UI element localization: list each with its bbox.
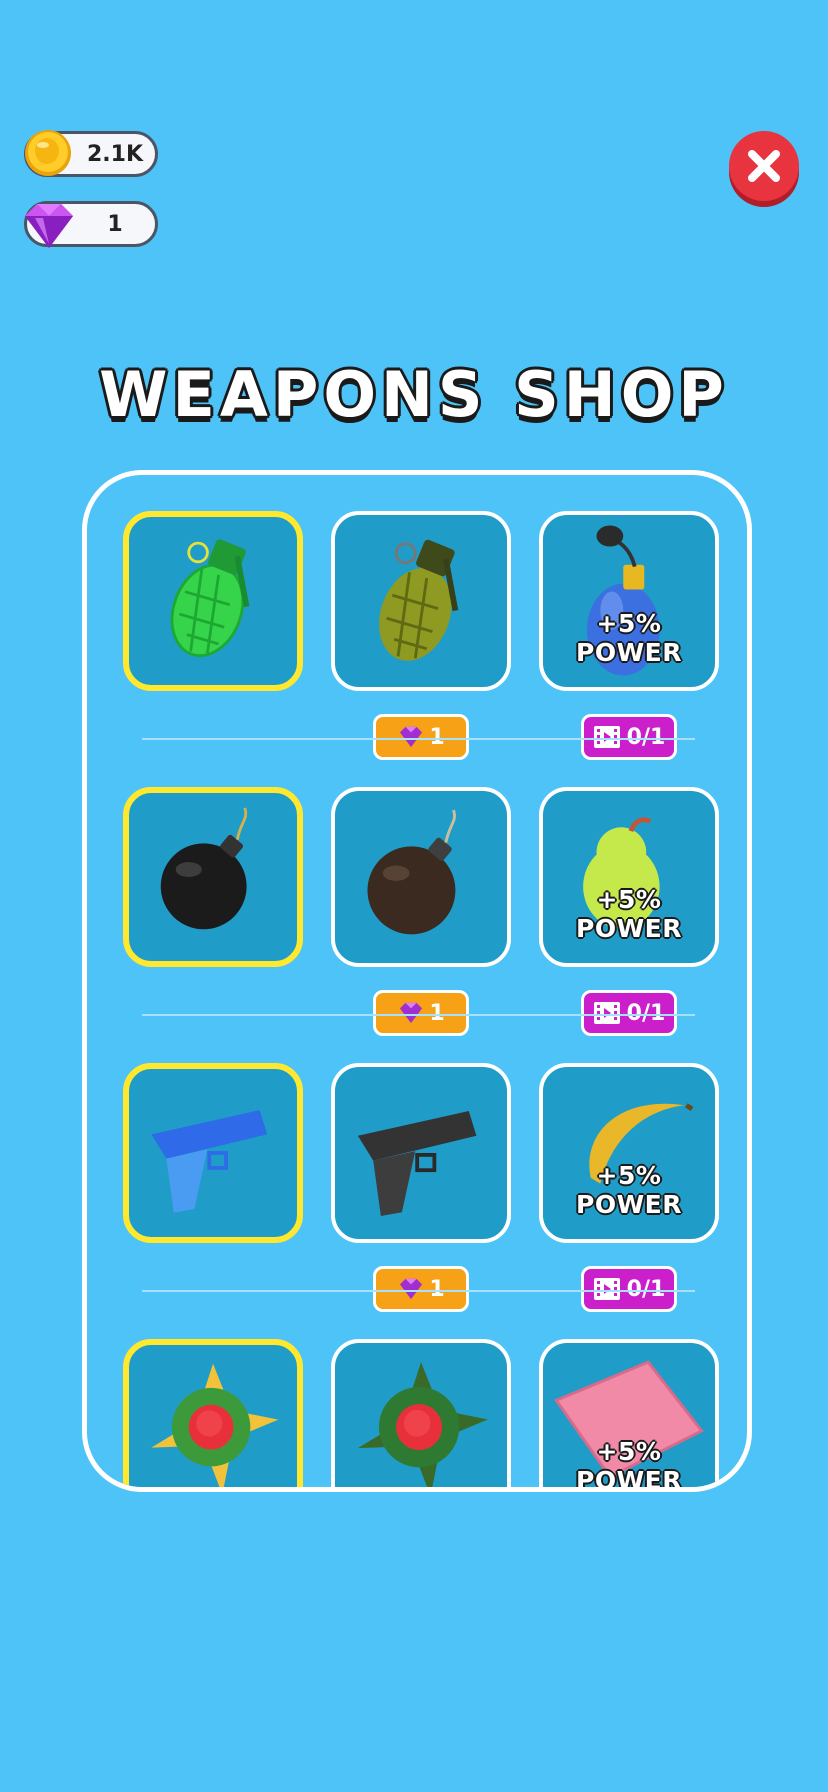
row-divider (142, 1014, 695, 1016)
shop-row: 1 +5% POWER 0/1 (87, 1027, 747, 1312)
coin-counter: 2.1K (24, 130, 158, 177)
spinner-icon (151, 1363, 279, 1487)
close-button[interactable] (729, 131, 799, 201)
power-bonus-label: +5% POWER (576, 1437, 682, 1492)
price-value: 1 (429, 1000, 445, 1026)
gem-icon (400, 1002, 423, 1024)
shop-row: +5% POWER (87, 1303, 747, 1492)
power-bonus-label: +5% POWER (576, 885, 682, 943)
video-progress: 0/1 (626, 1000, 666, 1026)
row-divider (142, 738, 695, 740)
page-title: WEAPONS SHOP (99, 358, 729, 431)
video-icon (593, 1278, 620, 1300)
bomb-icon (367, 809, 456, 935)
pistol-icon (357, 1110, 477, 1217)
gem-counter: 1 (24, 201, 158, 248)
grenade-icon (379, 539, 459, 661)
item-perfume-bottle[interactable]: +5% POWER 0/1 (539, 511, 719, 760)
item-green-grenade[interactable] (123, 511, 303, 691)
item-banana[interactable]: +5% POWER 0/1 (539, 1063, 719, 1312)
item-green-spinner[interactable] (331, 1339, 511, 1487)
power-bonus-label: +5% POWER (576, 1161, 682, 1219)
item-rusty-bomb[interactable]: 1 (331, 787, 511, 1036)
item-blue-pistol[interactable] (123, 1063, 303, 1243)
item-olive-grenade[interactable]: 1 (331, 511, 511, 760)
item-black-bomb[interactable] (123, 787, 303, 967)
gem-icon (400, 1278, 423, 1300)
gem-icon (400, 726, 423, 748)
spinner-icon (357, 1362, 488, 1487)
video-progress: 0/1 (626, 1276, 666, 1302)
coin-amount: 2.1K (86, 141, 144, 167)
shop-panel[interactable]: 1 +5% POWER 0/1 1 +5% POWER 0/1 1 +5% PO… (82, 470, 752, 1492)
video-icon (593, 726, 620, 748)
shop-row: 1 +5% POWER 0/1 (87, 751, 747, 1036)
item-pear[interactable]: +5% POWER 0/1 (539, 787, 719, 1036)
close-icon (748, 150, 780, 182)
coin-icon (25, 130, 71, 176)
video-progress: 0/1 (626, 724, 666, 750)
video-icon (593, 1002, 620, 1024)
gem-amount: 1 (107, 211, 123, 237)
pistol-icon (151, 1110, 268, 1213)
item-dark-pistol[interactable]: 1 (331, 1063, 511, 1312)
power-bonus-label: +5% POWER (576, 609, 682, 667)
price-value: 1 (429, 1276, 445, 1302)
item-pink-pillow[interactable]: +5% POWER (539, 1339, 719, 1492)
shop-row: 1 +5% POWER 0/1 (87, 475, 747, 760)
item-yellow-spinner[interactable] (123, 1339, 303, 1487)
row-divider (142, 1290, 695, 1292)
gem-icon (25, 204, 73, 248)
price-value: 1 (429, 724, 445, 750)
grenade-icon (170, 539, 250, 658)
bomb-icon (160, 807, 248, 930)
